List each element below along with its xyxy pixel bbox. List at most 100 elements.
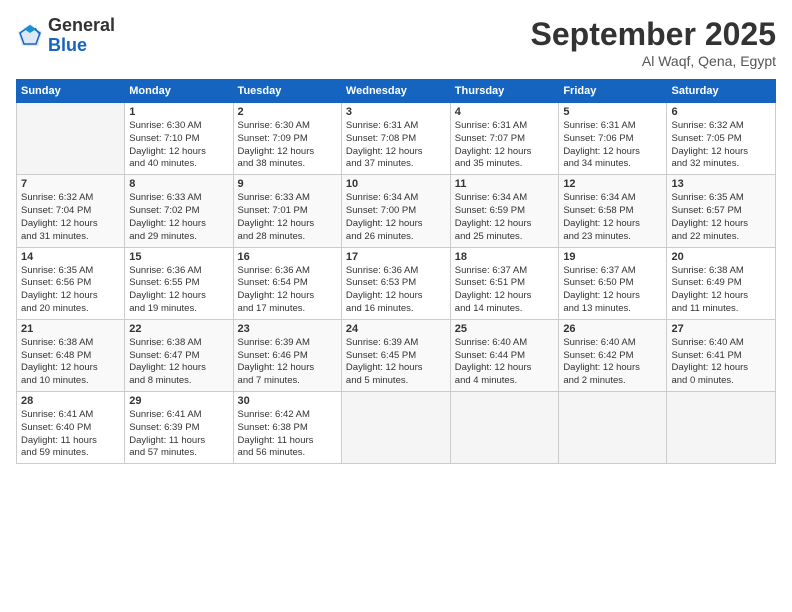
day-number: 29 (129, 395, 228, 407)
day-info: Sunrise: 6:30 AM Sunset: 7:09 PM Dayligh… (238, 120, 337, 171)
day-number: 24 (346, 323, 446, 335)
calendar-cell: 20Sunrise: 6:38 AM Sunset: 6:49 PM Dayli… (667, 247, 776, 319)
calendar-cell: 14 Sunrise: 6:35 AM Sunset: 6:56 PM Dayli… (17, 247, 125, 319)
logo: General Blue (16, 16, 115, 56)
calendar-cell: 7Sunrise: 6:32 AM Sunset: 7:04 PM Daylig… (17, 175, 125, 247)
calendar-cell: 3 Sunrise: 6:31 AM Sunset: 7:08 PM Daylig… (341, 103, 450, 175)
calendar-cell: 24 Sunrise: 6:39 AM Sunset: 6:45 PM Dayli… (341, 319, 450, 391)
calendar-cell: 5Sunrise: 6:31 AM Sunset: 7:06 PM Daylig… (559, 103, 667, 175)
calendar-cell: 6Sunrise: 6:32 AM Sunset: 7:05 PM Daylig… (667, 103, 776, 175)
calendar-cell: 29 Sunrise: 6:41 AM Sunset: 6:39 PM Dayli… (125, 392, 233, 464)
calendar-cell: 28 Sunrise: 6:41 AM Sunset: 6:40 PM Dayli… (17, 392, 125, 464)
calendar-week-5: 28 Sunrise: 6:41 AM Sunset: 6:40 PM Dayli… (17, 392, 776, 464)
day-number: 26 (563, 323, 662, 335)
calendar-cell: 19 Sunrise: 6:37 AM Sunset: 6:50 PM Dayli… (559, 247, 667, 319)
day-number: 13 (671, 178, 771, 190)
calendar-cell (667, 392, 776, 464)
calendar-cell (450, 392, 559, 464)
calendar-week-1: 1Sunrise: 6:30 AM Sunset: 7:10 PM Daylig… (17, 103, 776, 175)
calendar-cell: 11Sunrise: 6:34 AM Sunset: 6:59 PM Dayli… (450, 175, 559, 247)
day-info: Sunrise: 6:33 AM Sunset: 7:01 PM Dayligh… (238, 192, 337, 243)
day-info: Sunrise: 6:39 AM Sunset: 6:46 PM Dayligh… (238, 337, 337, 388)
day-info: Sunrise: 6:33 AM Sunset: 7:02 PM Dayligh… (129, 192, 228, 243)
calendar-cell: 4 Sunrise: 6:31 AM Sunset: 7:07 PM Daylig… (450, 103, 559, 175)
calendar-cell: 26 Sunrise: 6:40 AM Sunset: 6:42 PM Dayli… (559, 319, 667, 391)
logo-general: General (48, 16, 115, 36)
calendar-week-4: 21 Sunrise: 6:38 AM Sunset: 6:48 PM Dayli… (17, 319, 776, 391)
day-info: Sunrise: 6:36 AM Sunset: 6:54 PM Dayligh… (238, 265, 337, 316)
day-info: Sunrise: 6:31 AM Sunset: 7:07 PM Dayligh… (455, 120, 555, 171)
day-number: 19 (563, 251, 662, 263)
day-info: Sunrise: 6:36 AM Sunset: 6:53 PM Dayligh… (346, 265, 446, 316)
day-number: 22 (129, 323, 228, 335)
logo-icon (16, 22, 44, 50)
header-wednesday: Wednesday (341, 80, 450, 103)
day-info: Sunrise: 6:37 AM Sunset: 6:50 PM Dayligh… (563, 265, 662, 316)
day-number: 14 (21, 251, 120, 263)
weekday-header-row: Sunday Monday Tuesday Wednesday Thursday… (17, 80, 776, 103)
day-number: 21 (21, 323, 120, 335)
day-info: Sunrise: 6:35 AM Sunset: 6:56 PM Dayligh… (21, 265, 120, 316)
calendar-cell: 2 Sunrise: 6:30 AM Sunset: 7:09 PM Daylig… (233, 103, 341, 175)
header-sunday: Sunday (17, 80, 125, 103)
logo-text: General Blue (48, 16, 115, 56)
day-info: Sunrise: 6:41 AM Sunset: 6:40 PM Dayligh… (21, 409, 120, 460)
header-friday: Friday (559, 80, 667, 103)
day-info: Sunrise: 6:34 AM Sunset: 6:58 PM Dayligh… (563, 192, 662, 243)
calendar-page: General Blue September 2025 Al Waqf, Qen… (0, 0, 792, 612)
day-number: 28 (21, 395, 120, 407)
day-info: Sunrise: 6:40 AM Sunset: 6:41 PM Dayligh… (671, 337, 771, 388)
calendar-cell (341, 392, 450, 464)
day-info: Sunrise: 6:32 AM Sunset: 7:04 PM Dayligh… (21, 192, 120, 243)
day-number: 10 (346, 178, 446, 190)
day-number: 11 (455, 178, 555, 190)
calendar-week-2: 7Sunrise: 6:32 AM Sunset: 7:04 PM Daylig… (17, 175, 776, 247)
day-number: 30 (238, 395, 337, 407)
calendar-cell: 16 Sunrise: 6:36 AM Sunset: 6:54 PM Dayli… (233, 247, 341, 319)
calendar-cell: 1Sunrise: 6:30 AM Sunset: 7:10 PM Daylig… (125, 103, 233, 175)
day-info: Sunrise: 6:39 AM Sunset: 6:45 PM Dayligh… (346, 337, 446, 388)
day-info: Sunrise: 6:36 AM Sunset: 6:55 PM Dayligh… (129, 265, 228, 316)
day-info: Sunrise: 6:35 AM Sunset: 6:57 PM Dayligh… (671, 192, 771, 243)
day-number: 2 (238, 106, 337, 118)
calendar-cell (559, 392, 667, 464)
day-number: 25 (455, 323, 555, 335)
day-info: Sunrise: 6:37 AM Sunset: 6:51 PM Dayligh… (455, 265, 555, 316)
calendar-week-3: 14 Sunrise: 6:35 AM Sunset: 6:56 PM Dayli… (17, 247, 776, 319)
page-header: General Blue September 2025 Al Waqf, Qen… (16, 16, 776, 69)
calendar-table: Sunday Monday Tuesday Wednesday Thursday… (16, 79, 776, 464)
day-number: 23 (238, 323, 337, 335)
day-info: Sunrise: 6:34 AM Sunset: 7:00 PM Dayligh… (346, 192, 446, 243)
calendar-cell: 8 Sunrise: 6:33 AM Sunset: 7:02 PM Daylig… (125, 175, 233, 247)
day-number: 15 (129, 251, 228, 263)
day-number: 27 (671, 323, 771, 335)
day-number: 8 (129, 178, 228, 190)
calendar-cell: 18 Sunrise: 6:37 AM Sunset: 6:51 PM Dayli… (450, 247, 559, 319)
day-number: 18 (455, 251, 555, 263)
day-number: 17 (346, 251, 446, 263)
calendar-body: 1Sunrise: 6:30 AM Sunset: 7:10 PM Daylig… (17, 103, 776, 464)
day-number: 3 (346, 106, 446, 118)
calendar-cell: 30Sunrise: 6:42 AM Sunset: 6:38 PM Dayli… (233, 392, 341, 464)
day-info: Sunrise: 6:38 AM Sunset: 6:48 PM Dayligh… (21, 337, 120, 388)
day-info: Sunrise: 6:31 AM Sunset: 7:06 PM Dayligh… (563, 120, 662, 171)
day-info: Sunrise: 6:40 AM Sunset: 6:42 PM Dayligh… (563, 337, 662, 388)
calendar-cell: 17 Sunrise: 6:36 AM Sunset: 6:53 PM Dayli… (341, 247, 450, 319)
day-number: 20 (671, 251, 771, 263)
calendar-cell: 25 Sunrise: 6:40 AM Sunset: 6:44 PM Dayli… (450, 319, 559, 391)
header-saturday: Saturday (667, 80, 776, 103)
day-info: Sunrise: 6:40 AM Sunset: 6:44 PM Dayligh… (455, 337, 555, 388)
day-info: Sunrise: 6:41 AM Sunset: 6:39 PM Dayligh… (129, 409, 228, 460)
header-monday: Monday (125, 80, 233, 103)
calendar-cell (17, 103, 125, 175)
day-number: 4 (455, 106, 555, 118)
calendar-cell: 13 Sunrise: 6:35 AM Sunset: 6:57 PM Dayli… (667, 175, 776, 247)
calendar-cell: 22Sunrise: 6:38 AM Sunset: 6:47 PM Dayli… (125, 319, 233, 391)
day-info: Sunrise: 6:30 AM Sunset: 7:10 PM Dayligh… (129, 120, 228, 171)
day-number: 16 (238, 251, 337, 263)
header-thursday: Thursday (450, 80, 559, 103)
title-section: September 2025 Al Waqf, Qena, Egypt (531, 16, 776, 69)
day-number: 9 (238, 178, 337, 190)
day-info: Sunrise: 6:31 AM Sunset: 7:08 PM Dayligh… (346, 120, 446, 171)
month-title: September 2025 (531, 16, 776, 53)
